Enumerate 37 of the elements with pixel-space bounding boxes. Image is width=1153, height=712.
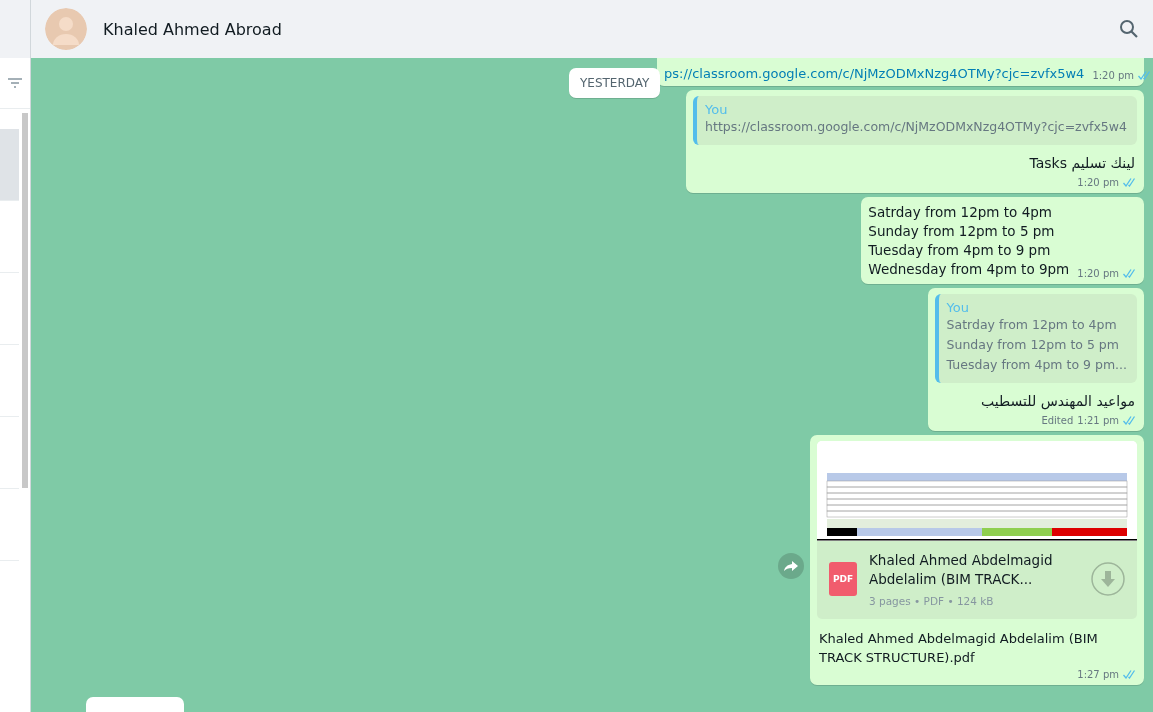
chat-list-item[interactable] — [0, 129, 19, 201]
quote-author: You — [946, 300, 970, 315]
message-time: 1:20 pm — [1092, 70, 1135, 81]
double-check-icon — [1123, 178, 1137, 187]
message-time: 1:20 pm — [1077, 268, 1119, 279]
double-check-icon — [1123, 416, 1137, 425]
search-icon[interactable] — [1119, 19, 1139, 39]
quoted-message[interactable]: You Satrday from 12pm to 4pm Sunday from 12pm to 5 pm Tuesday from 4pm to 9 pm... — [934, 294, 1137, 383]
document-attachment[interactable]: PDF Khaled Ahmed Abdelmagid Abdelalim (BIM TRACK... 3 pages • PDF • 124 kB — [817, 541, 1137, 619]
file-type-icon: PDF — [829, 562, 857, 596]
date-badge: YESTERDAY — [569, 68, 661, 98]
message-link[interactable]: ps://classroom.google.com/c/NjMzODMxNzg4OTMy?cjc=zvfx5w4 — [664, 66, 1085, 81]
download-icon[interactable] — [1091, 562, 1125, 596]
quote-text: Satrday from 12pm to 4pm — [946, 316, 1118, 334]
message-text: Khaled Ahmed Abdelmagid Abdelalim (BIM TRACK STRUCTURE).pdf — [818, 630, 1099, 667]
message-time: 1:20 pm — [1077, 177, 1119, 188]
edited-label: Edited — [1041, 415, 1074, 426]
forward-icon[interactable] — [778, 553, 804, 579]
contact-name: Khaled Ahmed Abroad — [103, 19, 283, 39]
filter-icon[interactable] — [8, 78, 22, 88]
double-check-icon — [1123, 269, 1137, 278]
quoted-message[interactable]: You https://classroom.google.com/c/NjMzODMxNzg4OTMy?cjc=zvfx5w4 — [693, 96, 1137, 145]
file-meta: 3 pages • PDF • 124 kB — [869, 595, 995, 607]
message-time: 1:27 pm — [1077, 669, 1119, 680]
quote-author: You — [705, 102, 729, 117]
message-time: 1:21 pm — [1077, 415, 1119, 426]
quote-text: Tuesday from 4pm to 9 pm... — [946, 356, 1127, 374]
double-check-icon — [1123, 670, 1137, 679]
quote-text: https://classroom.google.com/c/NjMzODMxNzg4OTMy?cjc=zvfx5w4 — [705, 118, 1127, 136]
message-text: مواعيد المهندس للتسطيب — [980, 392, 1136, 412]
message-text: Satrday from 12pm to 4pm Sunday from 12pm to 5 pm Tuesday from 4pm to 9 pm Wednesday from 4pm to 9pm — [868, 203, 1070, 279]
scrollbar[interactable] — [21, 113, 28, 488]
quote-text: Sunday from 12pm to 5 pm — [946, 336, 1120, 354]
avatar[interactable] — [45, 8, 87, 50]
double-check-icon — [1138, 71, 1153, 80]
file-name: Khaled Ahmed Abdelmagid Abdelalim (BIM TRACK... — [869, 551, 1054, 589]
message-text: لينك تسليم Tasks — [1028, 154, 1136, 174]
